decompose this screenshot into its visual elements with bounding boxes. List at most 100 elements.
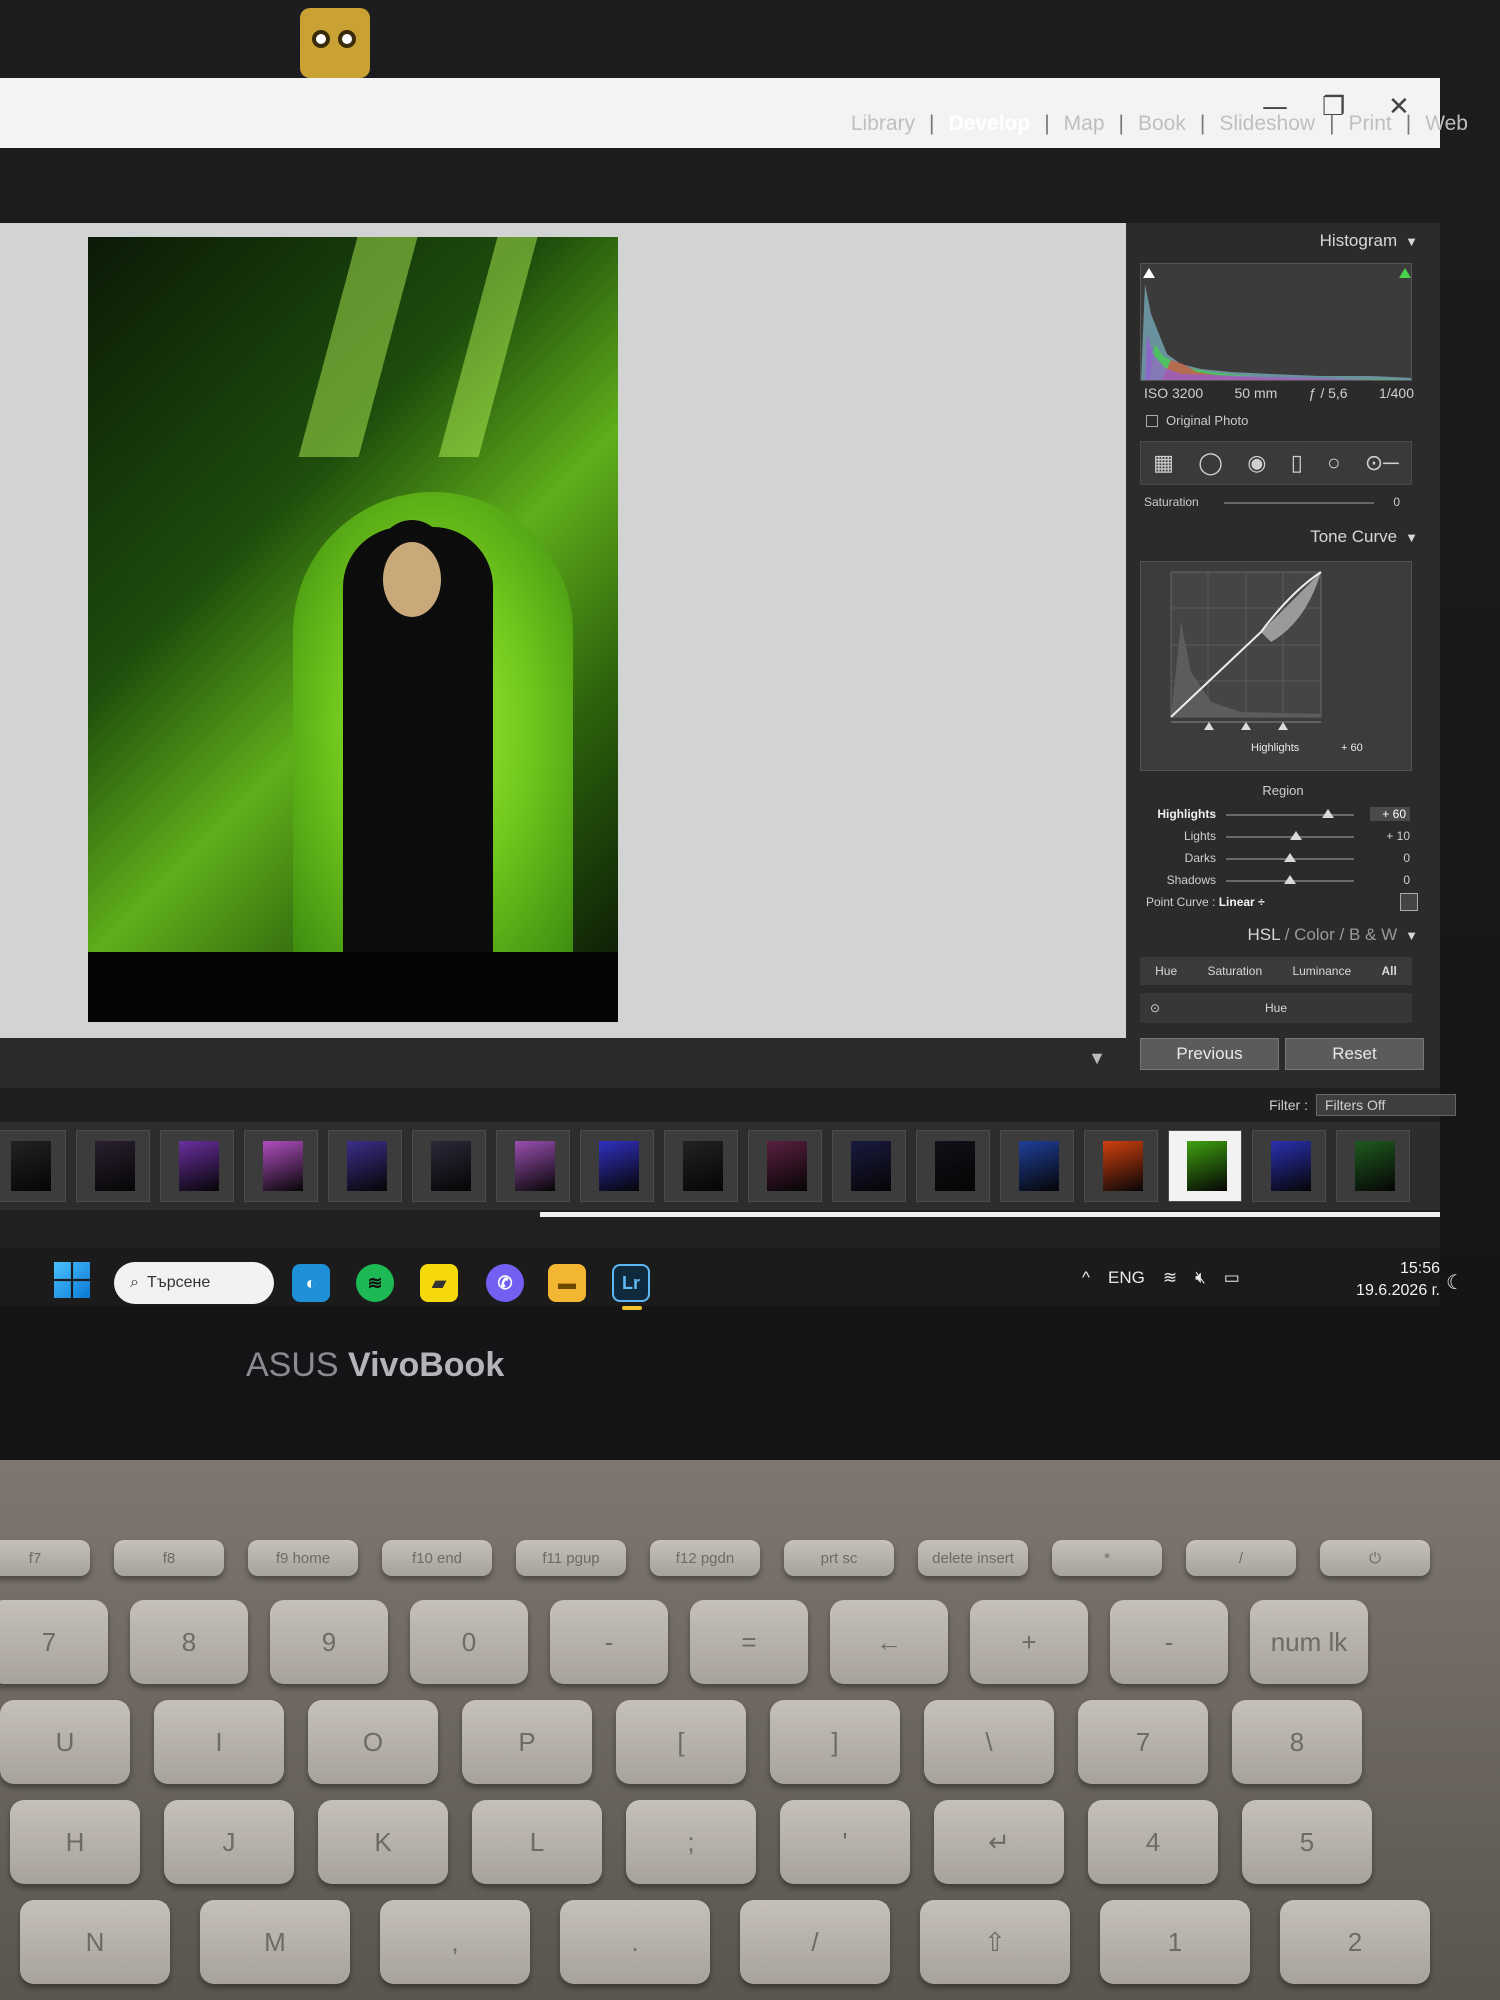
tab-all[interactable]: All (1381, 964, 1396, 978)
function-key[interactable]: f10 end (382, 1540, 492, 1576)
filmstrip-thumbnail[interactable] (328, 1130, 402, 1202)
lightroom-icon[interactable]: Lr (612, 1264, 650, 1302)
radial-filter-icon[interactable]: ○ (1327, 450, 1340, 476)
filmstrip-thumbnail[interactable] (244, 1130, 318, 1202)
taskbar-clock[interactable]: 15:56 19.6.2026 г. (1310, 1258, 1440, 1302)
filmstrip-thumbnail[interactable] (412, 1130, 486, 1202)
module-library[interactable]: Library (837, 112, 929, 136)
tab-luminance[interactable]: Luminance (1292, 964, 1351, 978)
filmstrip-scrollbar[interactable] (540, 1212, 1440, 1217)
tab-hue[interactable]: Hue (1155, 964, 1177, 978)
module-print[interactable]: Print (1335, 112, 1406, 136)
hsl-header[interactable]: HSL / Color / B & W ▼ (1248, 925, 1418, 945)
crop-grid-icon[interactable]: ▦ (1153, 450, 1174, 476)
letter-row-key[interactable]: 8 (1232, 1700, 1362, 1784)
function-key[interactable]: ⏻ (1320, 1540, 1430, 1576)
number-row-key[interactable]: - (1110, 1600, 1228, 1684)
highlights-slider[interactable]: Highlights + 60 (1140, 805, 1420, 825)
battery-icon[interactable]: ▭ (1224, 1268, 1240, 1288)
function-key[interactable]: delete insert (918, 1540, 1028, 1576)
letter-row-key[interactable]: O (308, 1700, 438, 1784)
letter-row-key[interactable]: ] (770, 1700, 900, 1784)
filmstrip-thumbnail[interactable] (496, 1130, 570, 1202)
language-indicator[interactable]: ENG (1108, 1268, 1145, 1288)
slider-knob[interactable] (1284, 853, 1296, 862)
image-canvas[interactable] (0, 223, 1126, 1038)
function-key[interactable]: / (1186, 1540, 1296, 1576)
filmstrip-thumbnail[interactable] (1252, 1130, 1326, 1202)
point-curve-edit-icon[interactable] (1400, 893, 1418, 911)
histogram-header[interactable]: Histogram ▼ (1320, 231, 1418, 251)
letter-row-key[interactable]: I (154, 1700, 284, 1784)
file-explorer-icon[interactable]: ▬ (548, 1264, 586, 1302)
filmstrip-thumbnail[interactable] (748, 1130, 822, 1202)
number-row-key[interactable]: ← (830, 1600, 948, 1684)
spot-removal-icon[interactable]: ◯ (1198, 450, 1223, 476)
function-key[interactable]: f7 (0, 1540, 90, 1576)
target-adjust-icon[interactable]: ⊙ (1150, 993, 1160, 1023)
number-row-key[interactable]: 0 (410, 1600, 528, 1684)
filmstrip-thumbnail[interactable] (1084, 1130, 1158, 1202)
module-web[interactable]: Web (1411, 112, 1482, 136)
brush-slider-icon[interactable]: ⊙─ (1365, 450, 1399, 476)
letter-row-key[interactable]: \ (924, 1700, 1054, 1784)
function-key[interactable]: f9 home (248, 1540, 358, 1576)
slider-knob[interactable] (1284, 875, 1296, 884)
notifications-icon[interactable]: ☾ (1446, 1270, 1464, 1295)
number-row-key[interactable]: 9 (270, 1600, 388, 1684)
previous-button[interactable]: Previous (1140, 1038, 1279, 1070)
filmstrip-thumbnail[interactable] (0, 1130, 66, 1202)
slider-knob[interactable] (1322, 809, 1335, 818)
number-row-key[interactable]: num lk (1250, 1600, 1368, 1684)
letter-row-key[interactable]: 1 (1100, 1900, 1250, 1984)
lights-slider[interactable]: Lights + 10 (1140, 827, 1420, 847)
function-key[interactable]: f12 pgdn (650, 1540, 760, 1576)
tone-curve-header[interactable]: Tone Curve ▼ (1310, 527, 1418, 547)
letter-row-key[interactable]: ; (626, 1800, 756, 1884)
filmstrip-thumbnail[interactable] (1000, 1130, 1074, 1202)
letter-row-key[interactable]: P (462, 1700, 592, 1784)
redeye-icon[interactable]: ◉ (1247, 450, 1266, 476)
filmstrip-thumbnail[interactable] (664, 1130, 738, 1202)
tone-curve-graph[interactable]: Highlights + 60 (1140, 561, 1412, 771)
module-develop[interactable]: Develop (934, 112, 1044, 136)
letter-row-key[interactable]: N (20, 1900, 170, 1984)
letter-row-key[interactable]: 2 (1280, 1900, 1430, 1984)
function-key[interactable]: prt sc (784, 1540, 894, 1576)
letter-row-key[interactable]: U (0, 1700, 130, 1784)
slider-knob[interactable] (1290, 831, 1303, 840)
letter-row-key[interactable]: K (318, 1800, 448, 1884)
chevron-down-icon[interactable]: ▼ (1088, 1048, 1106, 1069)
filmstrip-thumbnail[interactable] (916, 1130, 990, 1202)
letter-row-key[interactable]: 4 (1088, 1800, 1218, 1884)
function-key[interactable]: f11 pgup (516, 1540, 626, 1576)
module-map[interactable]: Map (1050, 112, 1119, 136)
filmstrip-thumbnail[interactable] (832, 1130, 906, 1202)
letter-row-key[interactable]: , (380, 1900, 530, 1984)
number-row-key[interactable]: - (550, 1600, 668, 1684)
number-row-key[interactable]: = (690, 1600, 808, 1684)
tab-saturation[interactable]: Saturation (1207, 964, 1262, 978)
viber-icon[interactable]: ✆ (486, 1264, 524, 1302)
original-photo-checkbox[interactable]: Original Photo (1146, 413, 1248, 428)
sticky-notes-icon[interactable]: ▰ (420, 1264, 458, 1302)
graduated-filter-icon[interactable]: ▯ (1291, 450, 1303, 476)
letter-row-key[interactable]: ⇧ (920, 1900, 1070, 1984)
module-slideshow[interactable]: Slideshow (1205, 112, 1329, 136)
shadows-slider[interactable]: Shadows 0 (1140, 871, 1420, 891)
letter-row-key[interactable]: . (560, 1900, 710, 1984)
function-key[interactable]: f8 (114, 1540, 224, 1576)
taskbar-search[interactable]: ⌕ Търсене (114, 1262, 274, 1304)
point-curve-select[interactable]: Point Curve : Linear ÷ (1146, 895, 1265, 909)
letter-row-key[interactable]: [ (616, 1700, 746, 1784)
filmstrip-thumbnail[interactable] (1168, 1130, 1242, 1202)
number-row-key[interactable]: + (970, 1600, 1088, 1684)
filmstrip-thumbnail[interactable] (580, 1130, 654, 1202)
number-row-key[interactable]: 8 (130, 1600, 248, 1684)
filmstrip-thumbnail[interactable] (76, 1130, 150, 1202)
letter-row-key[interactable]: M (200, 1900, 350, 1984)
letter-row-key[interactable]: 7 (1078, 1700, 1208, 1784)
module-book[interactable]: Book (1124, 112, 1200, 136)
filmstrip-thumbnail[interactable] (160, 1130, 234, 1202)
mute-icon[interactable]: 🔇︎ (1195, 1268, 1206, 1288)
